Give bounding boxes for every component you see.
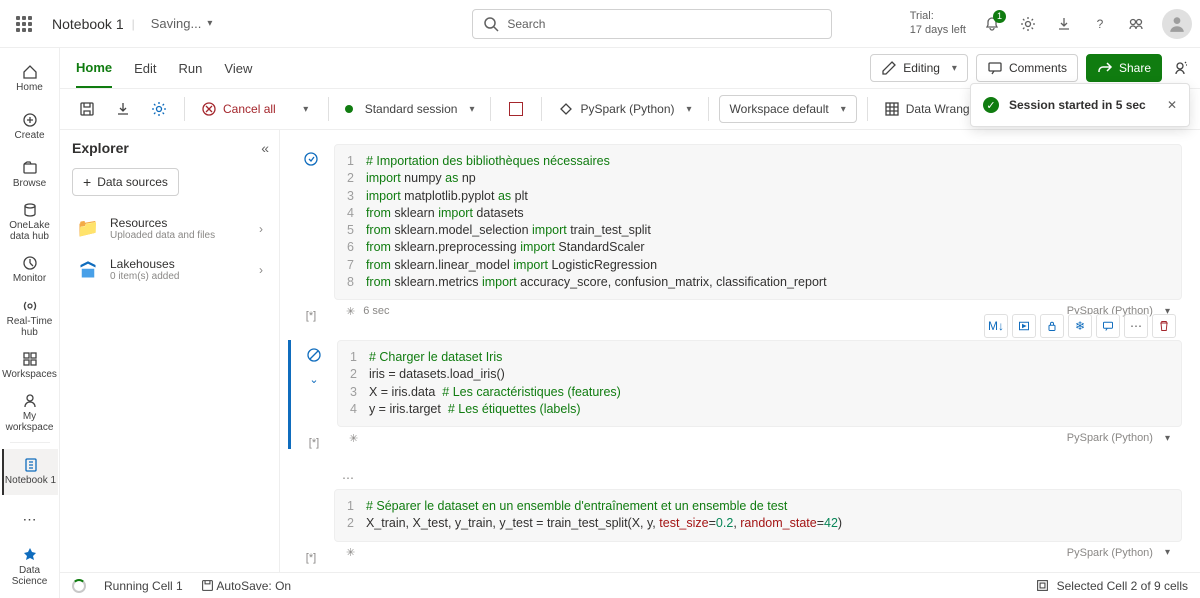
- spinner-icon: [72, 579, 86, 593]
- app-launcher[interactable]: [8, 8, 40, 40]
- session-toast: ✓ Session started in 5 sec ✕: [970, 83, 1190, 127]
- rail-switcher[interactable]: Data Science: [2, 544, 58, 590]
- stop-button[interactable]: [501, 94, 531, 124]
- search-placeholder: Search: [507, 17, 545, 31]
- search-input[interactable]: Search: [472, 9, 832, 39]
- chevron-down-icon[interactable]: ▾: [207, 18, 212, 29]
- stop-icon: [509, 102, 523, 116]
- collapsed-output[interactable]: ⋯: [288, 467, 1182, 489]
- cell-1[interactable]: [*] 12345678 # Importation des bibliothè…: [288, 144, 1182, 322]
- cancel-all-dropdown[interactable]: ▾: [288, 94, 318, 124]
- cell-to-markdown[interactable]: M↓: [984, 314, 1008, 338]
- code-input[interactable]: 1234 # Charger le dataset Iris iris = da…: [337, 340, 1182, 427]
- exec-time: 6 sec: [363, 305, 389, 317]
- settings-icon[interactable]: [1018, 14, 1038, 34]
- cell-freeze[interactable]: [1040, 314, 1064, 338]
- exec-count: [*]: [306, 310, 316, 322]
- code-input[interactable]: 12345678 # Importation des bibliothèques…: [334, 144, 1182, 300]
- notification-badge: 1: [993, 10, 1006, 23]
- ribbon-tabs: Home Edit Run View Editing▾ Comments Sha…: [60, 48, 1200, 88]
- notifications-icon[interactable]: 1: [982, 14, 1002, 34]
- cell-comment[interactable]: [1096, 314, 1120, 338]
- cell-2[interactable]: M↓ ❄ ⋯ ⌄ [*]: [288, 340, 1182, 449]
- cell-more[interactable]: ⋯: [1124, 314, 1148, 338]
- left-nav-rail: Home Create Browse OneLake data hub Moni…: [0, 48, 60, 598]
- cell-toolbar: M↓ ❄ ⋯: [984, 314, 1176, 338]
- explorer-lakehouses[interactable]: Lakehouses0 item(s) added ›: [72, 249, 267, 290]
- search-icon: [483, 16, 499, 32]
- cell-snowflake[interactable]: ❄: [1068, 314, 1092, 338]
- toast-close[interactable]: ✕: [1167, 98, 1177, 112]
- rail-more[interactable]: ⋯: [2, 497, 58, 543]
- code-input[interactable]: 12 # Séparer le dataset en un ensemble d…: [334, 489, 1182, 542]
- autosave-status: AutoSave: On: [201, 579, 291, 593]
- share-button[interactable]: Share: [1086, 54, 1162, 82]
- toast-text: Session started in 5 sec: [1009, 98, 1146, 112]
- exec-count: [*]: [309, 437, 319, 449]
- trial-status: Trial:17 days left: [910, 10, 966, 36]
- spark-icon: ✳: [346, 305, 355, 318]
- download-notebook-button[interactable]: [108, 94, 138, 124]
- comments-button[interactable]: Comments: [976, 54, 1078, 82]
- lakehouse-icon: [76, 258, 100, 282]
- tab-edit[interactable]: Edit: [134, 48, 156, 88]
- help-icon[interactable]: ?: [1090, 14, 1110, 34]
- cells-area: [*] 12345678 # Importation des bibliothè…: [280, 130, 1200, 572]
- session-button[interactable]: Standard session▾: [339, 94, 481, 124]
- cell-3[interactable]: [*] 12 # Séparer le dataset en un ensemb…: [288, 489, 1182, 564]
- explorer-panel: Explorer « +Data sources 📁 ResourcesUplo…: [60, 130, 280, 572]
- exec-count: [*]: [306, 552, 316, 564]
- rail-my-workspace[interactable]: My workspace: [2, 390, 58, 436]
- explorer-resources[interactable]: 📁 ResourcesUploaded data and files ›: [72, 208, 267, 249]
- settings-gear-button[interactable]: [144, 94, 174, 124]
- selection-status: Selected Cell 2 of 9 cells: [1057, 579, 1188, 593]
- running-status: Running Cell 1: [104, 579, 183, 593]
- save-status: Saving...: [151, 16, 202, 31]
- rail-onelake[interactable]: OneLake data hub: [2, 199, 58, 245]
- cell-status-icon: [302, 150, 320, 168]
- tab-view[interactable]: View: [224, 48, 252, 88]
- cell-delete[interactable]: [1152, 314, 1176, 338]
- editing-mode-button[interactable]: Editing▾: [870, 54, 968, 82]
- download-icon[interactable]: [1054, 14, 1074, 34]
- rail-realtime[interactable]: Real-Time hub: [2, 295, 58, 341]
- rail-workspaces[interactable]: Workspaces: [2, 342, 58, 388]
- cell-chevron-icon[interactable]: ⌄: [305, 370, 323, 388]
- feedback-icon[interactable]: [1126, 14, 1146, 34]
- rail-home[interactable]: Home: [2, 56, 58, 102]
- tab-home[interactable]: Home: [76, 48, 112, 88]
- collapse-explorer[interactable]: «: [261, 140, 269, 156]
- chevron-right-icon: ›: [259, 263, 263, 277]
- status-bar: Running Cell 1 AutoSave: On Selected Cel…: [60, 572, 1200, 598]
- rail-create[interactable]: Create: [2, 104, 58, 150]
- user-avatar[interactable]: [1162, 9, 1192, 39]
- rail-notebook1[interactable]: Notebook 1: [2, 449, 58, 495]
- selection-icon: [1036, 579, 1049, 592]
- rail-browse[interactable]: Browse: [2, 151, 58, 197]
- chevron-right-icon: ›: [259, 222, 263, 236]
- kernel-button[interactable]: PySpark (Python)▾: [552, 94, 697, 124]
- tab-run[interactable]: Run: [179, 48, 203, 88]
- cell-run[interactable]: [1012, 314, 1036, 338]
- explorer-title: Explorer: [72, 140, 267, 156]
- spark-icon: ✳: [346, 546, 355, 559]
- top-bar: Notebook 1 | Saving... ▾ Search Trial:17…: [0, 0, 1200, 48]
- cell-lang[interactable]: PySpark (Python): [1067, 432, 1153, 444]
- data-sources-button[interactable]: +Data sources: [72, 168, 179, 196]
- notebook-title[interactable]: Notebook 1: [52, 16, 124, 32]
- save-button[interactable]: [72, 94, 102, 124]
- environment-button[interactable]: Workspace default▾: [719, 95, 857, 123]
- rail-monitor[interactable]: Monitor: [2, 247, 58, 293]
- copilot-button[interactable]: [1170, 58, 1190, 78]
- spark-icon: ✳: [349, 432, 358, 445]
- toolbar: Cancel all ▾ Standard session▾ PySpark (…: [60, 88, 1200, 130]
- cell-lang[interactable]: PySpark (Python): [1067, 547, 1153, 559]
- cell-cancel-icon[interactable]: [305, 346, 323, 364]
- cancel-all-button[interactable]: Cancel all: [195, 94, 282, 124]
- check-icon: ✓: [983, 97, 999, 113]
- folder-icon: 📁: [76, 217, 100, 241]
